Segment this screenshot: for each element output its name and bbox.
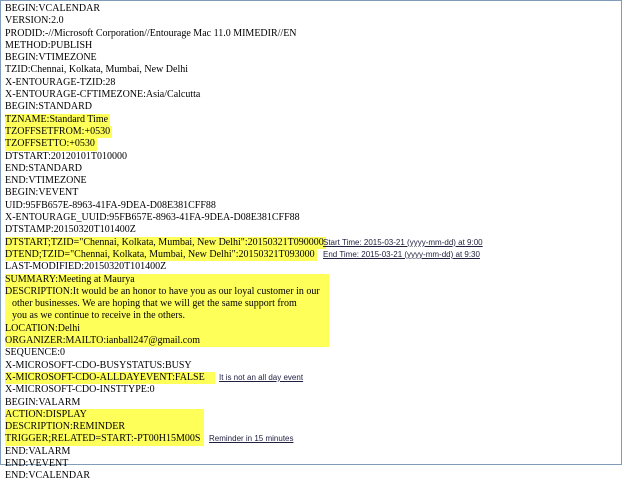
annotation-note: Reminder in 15 minutes [209, 434, 294, 444]
highlighted-code-text: SUMMARY:Meeting at Maurya [5, 273, 329, 286]
highlighted-code-text: DESCRIPTION:REMINDER [5, 421, 204, 434]
code-text: BEGIN:VEVENT [5, 187, 79, 199]
code-text: BEGIN:STANDARD [5, 101, 92, 113]
source-line: DESCRIPTION:REMINDER [5, 421, 329, 434]
source-line: DTSTART:20120101T010000 [5, 151, 329, 163]
source-line: DTEND;TZID="Chennai, Kolkata, Mumbai, Ne… [5, 248, 480, 262]
code-text: DTSTAMP:20150320T101400Z [5, 224, 136, 236]
source-line: X-ENTOURAGE_UUID:95FB657E-8963-41FA-9DEA… [5, 212, 329, 224]
code-text: END:VTIMEZONE [5, 175, 87, 187]
code-text: END:VCALENDAR [5, 470, 90, 482]
source-line: DTSTAMP:20150320T101400Z [5, 224, 329, 236]
code-text: VERSION:2.0 [5, 15, 64, 27]
source-line: LOCATION:Delhi [5, 322, 329, 336]
source-line: PRODID:-//Microsoft Corporation//Entoura… [5, 28, 329, 40]
source-line: BEGIN:VTIMEZONE [5, 52, 329, 64]
source-line: END:VCALENDAR [5, 470, 329, 482]
annotation-note: It is not an all day event [219, 372, 304, 382]
highlighted-code-text: DTEND;TZID="Chennai, Kolkata, Mumbai, Ne… [5, 248, 317, 262]
source-line: VERSION:2.0 [5, 15, 329, 27]
code-text: SEQUENCE:0 [5, 347, 65, 359]
source-line: DTSTART;TZID="Chennai, Kolkata, Mumbai, … [5, 236, 483, 249]
source-line: X-ENTOURAGE-CFTIMEZONE:Asia/Calcutta [5, 89, 329, 101]
highlighted-code-text: TZOFFSETTO:+0530 [5, 138, 97, 151]
source-line: SEQUENCE:0 [5, 347, 329, 359]
code-text: X-ENTOURAGE-TZID:28 [5, 76, 116, 88]
source-line: BEGIN:VEVENT [5, 187, 329, 199]
highlighted-code-text: other businesses. We are hoping that we … [5, 298, 329, 311]
code-text: BEGIN:VCALENDAR [5, 3, 100, 14]
highlighted-code-text: DESCRIPTION:It would be an honor to have… [5, 285, 329, 299]
vcalendar-source: BEGIN:VCALENDAR VERSION:2.0 PRODID:-//Micr… [5, 3, 483, 483]
source-line: TRIGGER;RELATED=START:-PT00H15M00S Remind… [5, 433, 329, 446]
source-line: DESCRIPTION:It would be an honor to have… [5, 285, 329, 299]
code-text: X-MICROSOFT-CDO-INSTTYPE:0 [5, 384, 155, 396]
code-text: X-ENTOURAGE_UUID:95FB657E-8963-41FA-9DEA… [5, 212, 300, 224]
highlighted-code-text: TRIGGER;RELATED=START:-PT00H15M00S [5, 433, 204, 446]
source-line: you as we continue to receive in the oth… [5, 310, 329, 323]
code-text: METHOD:PUBLISH [5, 39, 93, 51]
code-text: X-ENTOURAGE-CFTIMEZONE:Asia/Calcutta [5, 89, 201, 101]
source-line: METHOD:PUBLISH [5, 40, 329, 52]
source-line: TZNAME:Standard Time [5, 113, 329, 126]
source-line: END:VALARM [5, 446, 329, 458]
highlighted-code-text: TZNAME:Standard Time [5, 113, 111, 126]
source-line: TZOFFSETFROM:+0530 [5, 125, 329, 139]
source-line: END:STANDARD [5, 163, 329, 175]
source-line: END:VEVENT [5, 458, 329, 470]
source-line: BEGIN:STANDARD [5, 101, 329, 113]
highlighted-code-text: LOCATION:Delhi [5, 322, 329, 336]
source-line: TZOFFSETTO:+0530 [5, 138, 329, 151]
code-text: END:VEVENT [5, 457, 69, 469]
highlighted-code-text: X-MICROSOFT-CDO-ALLDAYEVENT:FALSE [5, 371, 215, 385]
document-frame: BEGIN:VCALENDAR VERSION:2.0 PRODID:-//Micr… [0, 0, 622, 481]
code-text: BEGIN:VTIMEZONE [5, 52, 97, 64]
source-line: BEGIN:VCALENDAR [5, 3, 329, 15]
source-line: END:VTIMEZONE [5, 175, 329, 187]
code-text: X-MICROSOFT-CDO-BUSYSTATUS:BUSY [5, 359, 192, 371]
source-line: other businesses. We are hoping that we … [5, 298, 329, 311]
highlighted-code-text: ORGANIZER:MAILTO:ianball247@gmail.com [5, 335, 329, 348]
highlighted-code-text: ACTION:DISPLAY [5, 408, 204, 422]
highlighted-code-text: you as we continue to receive in the oth… [5, 310, 329, 323]
source-line: X-ENTOURAGE-TZID:28 [5, 77, 329, 89]
code-text: END:VALARM [5, 445, 71, 457]
source-line: UID:95FB657E-8963-41FA-9DEA-D08E381CFF88 [5, 200, 329, 212]
code-text: DTSTART:20120101T010000 [5, 150, 127, 162]
highlighted-code-text: TZOFFSETFROM:+0530 [5, 125, 113, 139]
annotation-note: Start Time: 2015-03-21 (yyyy-mm-dd) at 9… [323, 237, 483, 247]
source-line: ACTION:DISPLAY [5, 408, 329, 422]
code-text: PRODID:-//Microsoft Corporation//Entoura… [5, 27, 297, 39]
annotation-note: End Time: 2015-03-21 (yyyy-mm-dd) at 9:3… [323, 249, 480, 259]
source-line: X-MICROSOFT-CDO-INSTTYPE:0 [5, 384, 329, 396]
code-text: LAST-MODIFIED:20150320T101400Z [5, 261, 167, 273]
code-text: BEGIN:VALARM [5, 396, 81, 408]
source-line: LAST-MODIFIED:20150320T101400Z [5, 261, 329, 273]
source-line: BEGIN:VALARM [5, 397, 329, 409]
source-line: SUMMARY:Meeting at Maurya [5, 273, 329, 286]
code-text: TZID:Chennai, Kolkata, Mumbai, New Delhi [5, 64, 189, 76]
source-line: X-MICROSOFT-CDO-BUSYSTATUS:BUSY [5, 360, 329, 372]
source-line: ORGANIZER:MAILTO:ianball247@gmail.com [5, 335, 329, 348]
source-line: X-MICROSOFT-CDO-ALLDAYEVENT:FALSE It is n… [5, 371, 329, 385]
code-text: UID:95FB657E-8963-41FA-9DEA-D08E381CFF88 [5, 199, 216, 211]
highlighted-code-text: DTSTART;TZID="Chennai, Kolkata, Mumbai, … [5, 236, 326, 249]
code-text: END:STANDARD [5, 162, 82, 174]
source-line: TZID:Chennai, Kolkata, Mumbai, New Delhi [5, 64, 329, 76]
